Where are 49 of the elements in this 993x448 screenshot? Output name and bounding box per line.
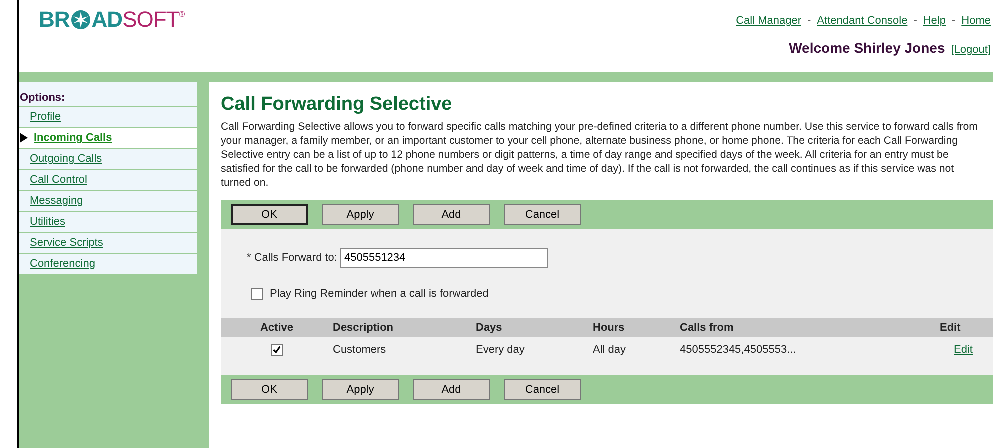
header-link[interactable]: Help	[923, 15, 946, 27]
form-button[interactable]: Add	[413, 204, 490, 225]
checkbox-label: Play Ring Reminder when a call is forwarded	[270, 288, 489, 300]
menu-link[interactable]: Messaging	[30, 195, 84, 207]
logout-link[interactable]: [Logout]	[951, 44, 991, 56]
form-button[interactable]: Cancel	[504, 204, 581, 225]
menu-link[interactable]: Call Control	[30, 174, 88, 186]
form-button[interactable]: OK	[231, 379, 308, 400]
page-title: Call Forwarding Selective	[221, 94, 454, 116]
form-button[interactable]: Apply	[322, 379, 399, 400]
column-header: Calls from	[680, 318, 940, 337]
form-button[interactable]: Apply	[322, 204, 399, 225]
column-header: Edit	[940, 318, 993, 337]
phone-input[interactable]: 4505551234	[340, 248, 548, 268]
menu-link[interactable]: Utilities	[30, 216, 66, 228]
menu-link[interactable]: Profile	[30, 111, 62, 123]
header-link[interactable]: Attendant Console	[817, 15, 908, 27]
table-cell: Customers	[333, 337, 476, 363]
pointer-icon	[20, 133, 28, 143]
logo-text: SOFT	[122, 7, 180, 33]
column-header: Days	[476, 318, 593, 337]
separator-text: -	[808, 15, 812, 27]
field-label: * Calls Forward to:	[247, 252, 338, 264]
logo-text: BR	[39, 7, 70, 33]
separator-text: -	[952, 15, 956, 27]
column-header: Description	[333, 318, 476, 337]
header-link[interactable]: Home	[962, 15, 991, 27]
table-cell: 4505552345,4505553...	[680, 337, 940, 363]
table-cell: All day	[593, 337, 680, 363]
column-header: Active	[221, 318, 333, 337]
options-title: Options:	[19, 82, 197, 107]
form-button[interactable]: Cancel	[504, 379, 581, 400]
description-text: Call Forwarding Selective allows you to forward specific calls matching your pre-defined criteria to a different phone number. Use this service to forward calls from your manager, a family member, or an important customer to your cell phone, alternate business phone, or home phone. The criteria for each Call Forwarding Selective entry can be a list of up to 12 phone numbers or digit patterns, a time of day range and specified days of the week. All criteria for an entry must be satisfied for the call to be forwarded (phone number and day of week and time of day). If the call is not forwarded, the call continues as if this service was not turned on.	[221, 120, 980, 190]
checkbox[interactable]	[251, 288, 263, 300]
menu-link[interactable]: Outgoing Calls	[30, 153, 102, 165]
table-cell: Every day	[476, 337, 593, 363]
registered-mark: ®	[179, 10, 186, 19]
star-icon	[70, 10, 91, 30]
welcome-text: Welcome Shirley Jones	[789, 40, 946, 56]
menu-link[interactable]: Conferencing	[30, 258, 96, 270]
header-link[interactable]: Call Manager	[736, 15, 802, 27]
logo-text: AD	[92, 7, 123, 33]
form-button[interactable]: Add	[413, 379, 490, 400]
checkbox[interactable]	[271, 344, 283, 356]
menu-link[interactable]: Service Scripts	[30, 237, 104, 249]
edit-link[interactable]: Edit	[954, 344, 973, 356]
separator-text: -	[914, 15, 918, 27]
form-button[interactable]: OK	[231, 204, 308, 225]
column-header: Hours	[593, 318, 680, 337]
